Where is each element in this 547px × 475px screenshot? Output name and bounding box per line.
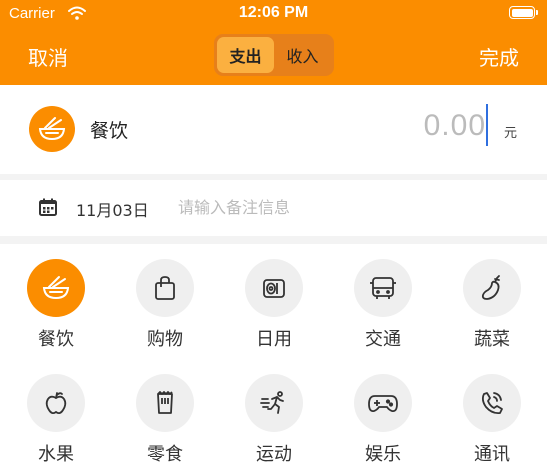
category-label: 零食 xyxy=(147,444,183,465)
gamepad-icon xyxy=(354,374,412,432)
amount-input[interactable]: 0.00 xyxy=(424,109,486,143)
category-label: 娱乐 xyxy=(365,444,401,465)
category-label: 购物 xyxy=(147,329,183,350)
category-label: 日用 xyxy=(256,329,292,350)
type-segmented-control: 支出 收入 xyxy=(214,34,334,76)
segment-income[interactable]: 收入 xyxy=(274,37,331,73)
noodle-bowl-icon xyxy=(27,259,85,317)
category-label: 水果 xyxy=(38,444,74,465)
category-daily-use[interactable]: 日用 xyxy=(231,259,317,351)
top-bar: Carrier 12:06 PM 取消 支出 收入 完成 xyxy=(0,0,547,85)
currency-unit: 元 xyxy=(503,126,517,141)
snack-icon xyxy=(136,374,194,432)
category-dining[interactable]: 餐饮 xyxy=(13,259,99,351)
status-bar: Carrier 12:06 PM xyxy=(0,0,547,28)
category-label: 蔬菜 xyxy=(474,329,510,350)
date-label[interactable]: 11月03日 xyxy=(76,197,149,221)
status-time: 12:06 PM xyxy=(238,4,309,21)
category-vegetables[interactable]: 蔬菜 xyxy=(449,259,535,351)
divider xyxy=(0,236,547,244)
category-label: 交通 xyxy=(365,329,401,350)
phone-icon xyxy=(463,374,521,432)
toilet-paper-icon xyxy=(245,259,303,317)
noodle-bowl-icon xyxy=(29,106,75,152)
amount-row: 餐饮 0.00 元 xyxy=(0,85,547,174)
category-shopping[interactable]: 购物 xyxy=(122,259,208,351)
eggplant-icon xyxy=(463,259,521,317)
note-row: 11月03日 xyxy=(0,180,547,236)
category-sports[interactable]: 运动 xyxy=(231,374,317,466)
category-telecom[interactable]: 通讯 xyxy=(449,374,535,466)
battery-icon xyxy=(509,6,538,19)
selected-category-label: 餐饮 xyxy=(90,120,129,142)
category-label: 通讯 xyxy=(474,444,510,465)
cancel-button[interactable]: 取消 xyxy=(28,42,68,71)
category-snacks[interactable]: 零食 xyxy=(122,374,208,466)
category-label: 运动 xyxy=(256,444,292,465)
apple-icon xyxy=(27,374,85,432)
text-caret xyxy=(486,104,488,146)
calendar-icon[interactable] xyxy=(38,197,58,221)
running-icon xyxy=(245,374,303,432)
category-entertainment[interactable]: 娱乐 xyxy=(340,374,426,466)
category-fruit[interactable]: 水果 xyxy=(13,374,99,466)
note-input[interactable] xyxy=(178,193,498,221)
segment-expense[interactable]: 支出 xyxy=(217,37,274,73)
bus-icon xyxy=(354,259,412,317)
category-label: 餐饮 xyxy=(38,329,74,350)
shopping-bag-icon xyxy=(136,259,194,317)
category-transport[interactable]: 交通 xyxy=(340,259,426,351)
done-button[interactable]: 完成 xyxy=(479,42,519,71)
